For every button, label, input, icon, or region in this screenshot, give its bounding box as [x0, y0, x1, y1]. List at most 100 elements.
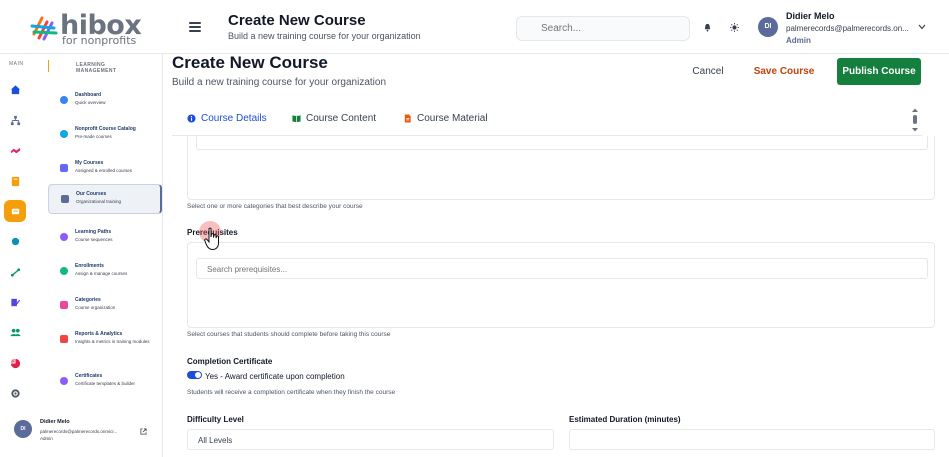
nav-item-label: My Courses	[75, 160, 104, 166]
users-icon	[60, 267, 68, 275]
prerequisites-selector[interactable]	[187, 242, 935, 328]
rail-section-label: MAIN	[9, 61, 24, 67]
handshake-icon	[10, 147, 20, 153]
prerequisites-search-input[interactable]	[197, 260, 927, 279]
chart-icon	[60, 335, 68, 343]
tab-scroll-indicator[interactable]	[910, 106, 920, 134]
rail-settings[interactable]	[4, 382, 26, 404]
categories-selector[interactable]	[187, 136, 935, 200]
app-root: hibox for nonprofits Create New Course B…	[0, 0, 949, 457]
dashboard-icon	[60, 96, 68, 104]
external-link-icon[interactable]	[140, 428, 147, 435]
book-icon	[60, 164, 68, 172]
publish-course-button[interactable]: Publish Course	[837, 58, 921, 85]
mouse-cursor	[199, 221, 225, 253]
info-icon	[187, 114, 196, 123]
rail-users[interactable]	[4, 321, 26, 343]
user-email: palmerecords@palmerecords.on...	[786, 24, 909, 33]
hierarchy-icon	[10, 115, 20, 125]
hand-pointer-icon	[204, 227, 219, 251]
rail-library[interactable]	[4, 170, 26, 192]
nav-item-label: Nonprofit Course Catalog	[75, 126, 136, 132]
difficulty-select[interactable]	[187, 429, 554, 450]
prerequisites-help-text: Select courses that students should comp…	[187, 331, 391, 338]
nav-item-our-courses[interactable]: Our Courses Organizational training	[48, 184, 162, 214]
nav-item-desc: Assign & manage courses	[75, 271, 128, 276]
nav-item-desc: Quick overview	[75, 100, 106, 105]
theme-toggle-sun-icon[interactable]	[730, 23, 739, 32]
duration-input-field[interactable]	[570, 431, 934, 450]
nav-item-catalog[interactable]: Nonprofit Course Catalog Pre-made course…	[48, 120, 162, 150]
nav-item-categories[interactable]: Categories Course organization	[48, 291, 162, 321]
scroll-thumb	[913, 115, 917, 124]
nav-item-desc: Organizational training	[76, 199, 122, 204]
user-avatar[interactable]: DI	[758, 17, 778, 37]
route-icon	[10, 267, 20, 277]
nav-item-my-courses[interactable]: My Courses Assigned & enrolled courses	[48, 154, 162, 184]
top-bar: hibox for nonprofits Create New Course B…	[0, 0, 949, 54]
page-title: Create New Course	[172, 53, 328, 72]
nav-item-dashboard[interactable]: Dashboard Quick overview	[48, 86, 162, 116]
folder-icon	[60, 301, 68, 309]
nav-item-label: Certificates	[75, 373, 103, 379]
rail-paths[interactable]	[4, 230, 26, 252]
save-course-button[interactable]: Save Course	[748, 59, 820, 84]
menu-toggle-icon[interactable]	[189, 22, 201, 32]
nav-item-label: Reports & Analytics	[75, 331, 123, 337]
certificate-toggle[interactable]	[187, 371, 202, 379]
graduation-icon	[11, 208, 19, 214]
nav-item-label: Enrollments	[75, 263, 104, 269]
tab-label: Course Details	[201, 113, 267, 124]
duration-input[interactable]	[569, 429, 935, 450]
certificate-toggle-label[interactable]: Yes - Award certificate upon completion	[205, 372, 345, 381]
nav-item-label: Learning Paths	[75, 229, 112, 235]
user-name: Didier Melo	[786, 11, 835, 21]
certificate-icon	[60, 377, 68, 385]
cancel-button[interactable]: Cancel	[680, 59, 736, 84]
rail-partners[interactable]	[4, 139, 26, 161]
section-accent	[48, 60, 49, 72]
rail-home[interactable]	[4, 78, 26, 100]
rail-enrollments[interactable]	[4, 261, 26, 283]
tab-course-material[interactable]: Course Material	[403, 113, 488, 124]
nav-item-learning-paths[interactable]: Learning Paths Course sequences	[48, 223, 162, 253]
edit-icon	[10, 298, 20, 306]
global-search[interactable]	[516, 16, 690, 41]
nav-item-desc: Assigned & enrolled courses	[75, 168, 133, 173]
rail-reports[interactable]	[4, 352, 26, 374]
tab-label: Course Content	[306, 113, 377, 124]
difficulty-select-value[interactable]	[188, 431, 553, 450]
prerequisites-search[interactable]	[196, 258, 928, 279]
nav-item-desc: Course sequences	[75, 237, 113, 242]
nav-item-reports[interactable]: Reports & Analytics Insights & metrics i…	[48, 325, 162, 355]
notifications-bell-icon[interactable]	[703, 23, 712, 32]
tab-course-content[interactable]: Course Content	[292, 113, 376, 124]
rail-editor[interactable]	[4, 291, 26, 313]
categories-search[interactable]	[196, 136, 928, 150]
bookmark-icon	[11, 176, 19, 186]
tab-course-details[interactable]: Course Details	[187, 113, 267, 124]
settings-icon	[10, 388, 20, 398]
nav-item-desc: Pre-made courses	[75, 134, 112, 139]
rail-courses[interactable]	[4, 200, 26, 222]
pie-chart-icon	[10, 358, 20, 368]
search-input[interactable]	[517, 17, 689, 40]
nav-item-certificates[interactable]: Certificates Certificate templates & bui…	[48, 367, 162, 397]
duration-label: Estimated Duration (minutes)	[569, 415, 681, 424]
header-title: Create New Course	[228, 12, 366, 29]
logo-subtitle: for nonprofits	[62, 34, 137, 47]
graduation-icon	[61, 195, 69, 203]
sidebar-avatar: DI	[14, 420, 32, 438]
book-icon	[292, 115, 301, 123]
rail-hierarchy[interactable]	[4, 109, 26, 131]
file-icon	[404, 114, 411, 123]
scroll-up-icon	[912, 108, 918, 112]
hibox-logo[interactable]: hibox for nonprofits	[30, 10, 142, 47]
nav-item-desc: Certificate templates & builder	[75, 381, 136, 386]
nav-item-enrollments[interactable]: Enrollments Assign & manage courses	[48, 257, 162, 287]
logo-mark-icon	[30, 16, 58, 41]
user-role: Admin	[786, 36, 811, 45]
nav-item-label: Our Courses	[76, 191, 107, 197]
chevron-down-icon[interactable]	[918, 24, 926, 30]
tab-label: Course Material	[417, 113, 488, 124]
